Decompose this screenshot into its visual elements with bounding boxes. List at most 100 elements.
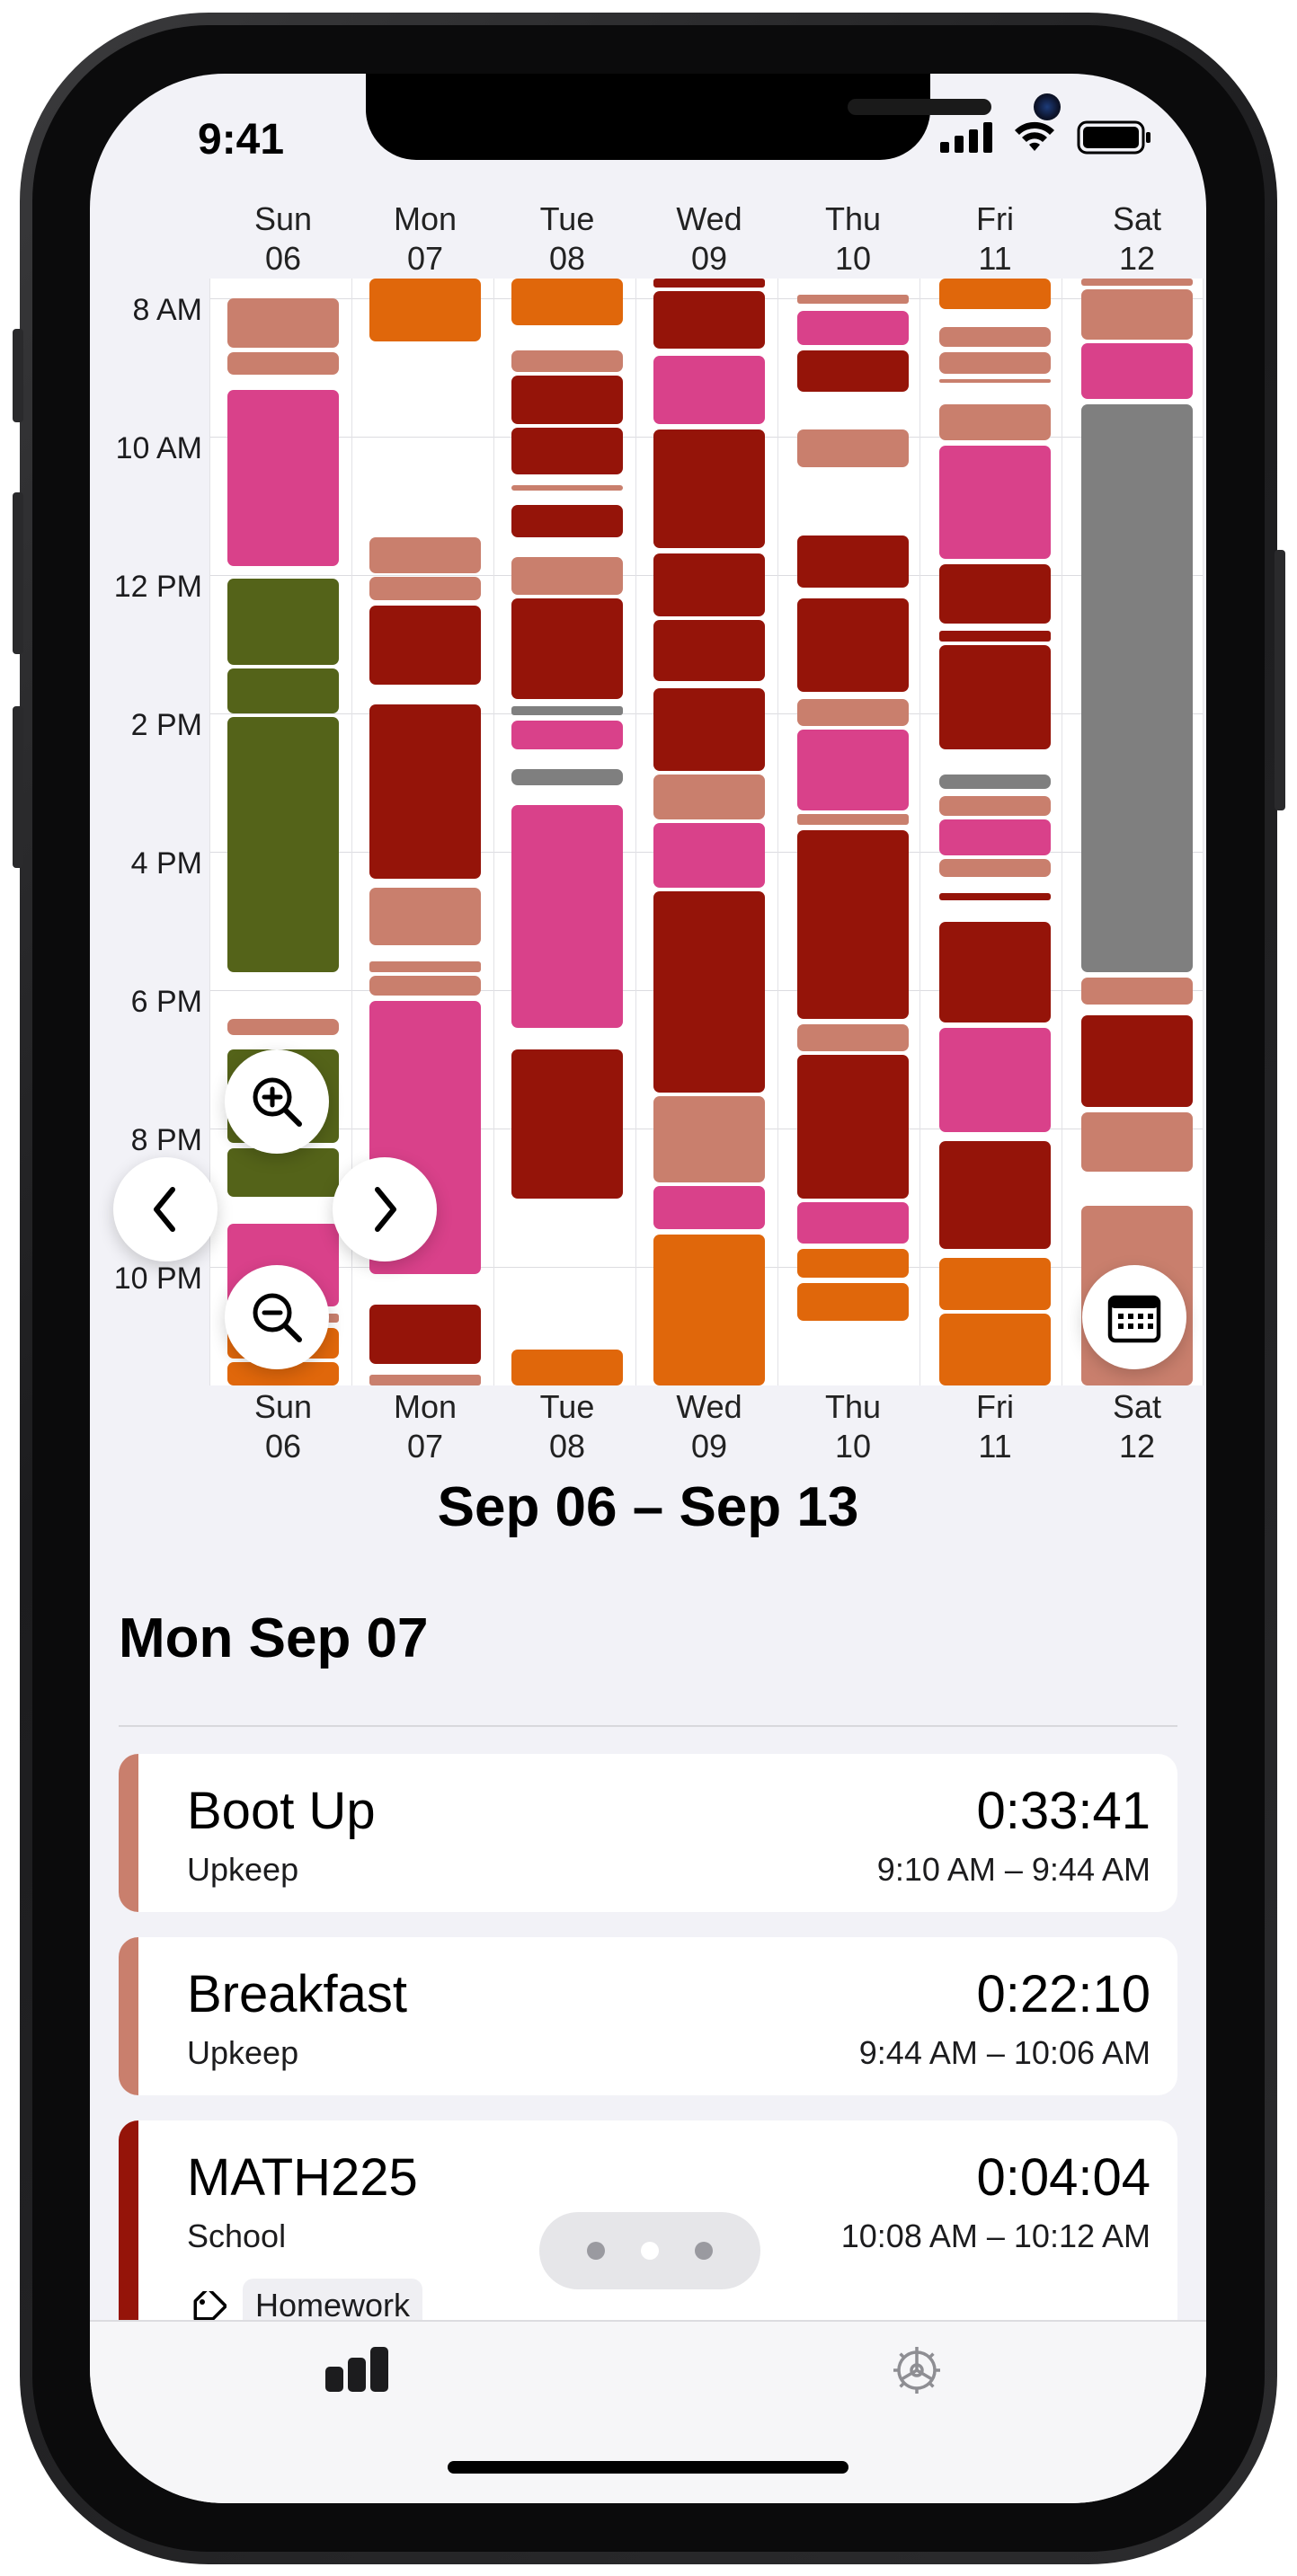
activity-block[interactable] bbox=[1081, 1112, 1193, 1172]
activity-block[interactable] bbox=[797, 311, 909, 345]
activity-block[interactable] bbox=[1081, 289, 1193, 340]
gear-icon[interactable] bbox=[890, 2343, 944, 2397]
activity-block[interactable] bbox=[369, 704, 481, 879]
activity-block[interactable] bbox=[653, 620, 765, 681]
activity-block[interactable] bbox=[797, 429, 909, 467]
activity-block[interactable] bbox=[511, 505, 623, 537]
activity-block[interactable] bbox=[369, 961, 481, 972]
activity-block[interactable] bbox=[939, 1141, 1051, 1249]
previous-week-button[interactable] bbox=[113, 1157, 218, 1261]
activity-block[interactable] bbox=[511, 376, 623, 424]
activity-block[interactable] bbox=[227, 1019, 339, 1035]
activity-block[interactable] bbox=[1081, 404, 1193, 972]
activity-block[interactable] bbox=[1081, 343, 1193, 399]
entry-card[interactable]: Breakfast Upkeep 0:22:10 9:44 AM – 10:06… bbox=[119, 1937, 1177, 2095]
activity-block[interactable] bbox=[797, 699, 909, 726]
activity-block[interactable] bbox=[939, 893, 1051, 900]
activity-block[interactable] bbox=[1081, 978, 1193, 1005]
activity-block[interactable] bbox=[227, 717, 339, 972]
activity-block[interactable] bbox=[939, 631, 1051, 642]
activity-block[interactable] bbox=[653, 775, 765, 819]
page-indicator[interactable] bbox=[539, 2212, 760, 2289]
activity-block[interactable] bbox=[369, 606, 481, 685]
activity-block[interactable] bbox=[797, 830, 909, 1019]
activity-block[interactable] bbox=[653, 356, 765, 424]
activity-block[interactable] bbox=[369, 1305, 481, 1364]
zoom-out-button[interactable] bbox=[225, 1265, 329, 1369]
activity-block[interactable] bbox=[653, 688, 765, 771]
activity-block[interactable] bbox=[797, 1055, 909, 1199]
activity-block[interactable] bbox=[653, 429, 765, 548]
next-week-button[interactable] bbox=[333, 1157, 437, 1261]
activity-block[interactable] bbox=[511, 1049, 623, 1199]
activity-block[interactable] bbox=[511, 350, 623, 372]
activity-block[interactable] bbox=[653, 1186, 765, 1229]
activity-block[interactable] bbox=[653, 823, 765, 888]
activity-block[interactable] bbox=[511, 598, 623, 699]
activity-block[interactable] bbox=[939, 1314, 1051, 1385]
calendar-picker-button[interactable] bbox=[1082, 1265, 1186, 1369]
activity-block[interactable] bbox=[939, 279, 1051, 309]
activity-block[interactable] bbox=[797, 814, 909, 825]
activity-block[interactable] bbox=[227, 390, 339, 566]
activity-block[interactable] bbox=[369, 279, 481, 341]
bar-chart-icon[interactable] bbox=[325, 2347, 390, 2392]
activity-block[interactable] bbox=[939, 775, 1051, 789]
activity-block[interactable] bbox=[511, 1350, 623, 1385]
day-of-week: Mon bbox=[393, 1388, 458, 1425]
activity-block[interactable] bbox=[511, 279, 623, 325]
zoom-in-button[interactable] bbox=[225, 1049, 329, 1154]
activity-block[interactable] bbox=[797, 598, 909, 692]
activity-block[interactable] bbox=[939, 796, 1051, 816]
hour-label: 10 AM bbox=[115, 431, 202, 465]
activity-block[interactable] bbox=[369, 976, 481, 996]
activity-block[interactable] bbox=[227, 668, 339, 713]
activity-block[interactable] bbox=[797, 1283, 909, 1321]
activity-block[interactable] bbox=[653, 279, 765, 288]
activity-block[interactable] bbox=[227, 1148, 339, 1197]
day-divider bbox=[1203, 279, 1204, 1385]
activity-block[interactable] bbox=[511, 805, 623, 1028]
day-header-top-sun: Sun 06 bbox=[220, 199, 346, 279]
activity-block[interactable] bbox=[797, 1202, 909, 1244]
activity-block[interactable] bbox=[939, 404, 1051, 440]
activity-block[interactable] bbox=[511, 721, 623, 749]
activity-block[interactable] bbox=[797, 295, 909, 304]
activity-block[interactable] bbox=[511, 706, 623, 715]
activity-block[interactable] bbox=[511, 769, 623, 785]
activity-block[interactable] bbox=[797, 1024, 909, 1051]
activity-block[interactable] bbox=[227, 298, 339, 348]
activity-block[interactable] bbox=[939, 379, 1051, 383]
activity-block[interactable] bbox=[369, 537, 481, 573]
activity-block[interactable] bbox=[653, 553, 765, 616]
activity-block[interactable] bbox=[227, 352, 339, 375]
activity-block[interactable] bbox=[511, 428, 623, 474]
activity-block[interactable] bbox=[939, 564, 1051, 624]
activity-block[interactable] bbox=[939, 1258, 1051, 1310]
activity-block[interactable] bbox=[797, 350, 909, 392]
activity-block[interactable] bbox=[797, 730, 909, 810]
activity-block[interactable] bbox=[511, 485, 623, 491]
activity-block[interactable] bbox=[939, 1028, 1051, 1132]
activity-block[interactable] bbox=[939, 645, 1051, 749]
activity-block[interactable] bbox=[653, 1235, 765, 1385]
activity-block[interactable] bbox=[939, 819, 1051, 855]
activity-block[interactable] bbox=[1081, 1015, 1193, 1107]
activity-block[interactable] bbox=[939, 922, 1051, 1022]
activity-block[interactable] bbox=[511, 557, 623, 595]
entry-card[interactable]: Boot Up Upkeep 0:33:41 9:10 AM – 9:44 AM bbox=[119, 1754, 1177, 1912]
activity-block[interactable] bbox=[939, 446, 1051, 559]
activity-block[interactable] bbox=[369, 577, 481, 600]
activity-block[interactable] bbox=[939, 859, 1051, 877]
activity-block[interactable] bbox=[227, 579, 339, 665]
activity-block[interactable] bbox=[369, 888, 481, 945]
activity-block[interactable] bbox=[939, 327, 1051, 347]
activity-block[interactable] bbox=[369, 1375, 481, 1385]
activity-block[interactable] bbox=[797, 1249, 909, 1278]
activity-block[interactable] bbox=[939, 352, 1051, 374]
activity-block[interactable] bbox=[653, 291, 765, 349]
activity-block[interactable] bbox=[1081, 279, 1193, 286]
activity-block[interactable] bbox=[797, 536, 909, 588]
activity-block[interactable] bbox=[653, 891, 765, 1093]
activity-block[interactable] bbox=[653, 1096, 765, 1182]
